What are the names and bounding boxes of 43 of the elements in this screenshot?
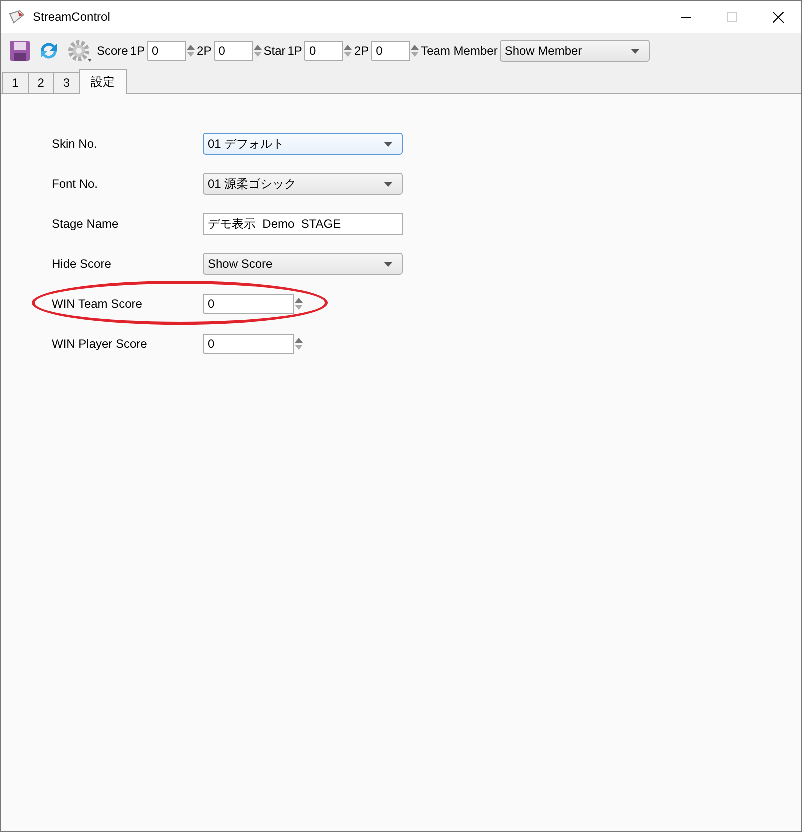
gear-icon[interactable] — [67, 39, 93, 63]
field-label: Skin No. — [52, 137, 98, 151]
number-field[interactable]: 0 — [147, 41, 186, 61]
toolbar-label: 1P — [288, 44, 302, 58]
spin-arrows-icon[interactable] — [344, 44, 352, 58]
caret-icon — [630, 48, 640, 54]
number-field[interactable]: 0 — [203, 334, 294, 354]
spin-arrows-icon[interactable] — [411, 44, 420, 58]
number-field[interactable]: 0 — [203, 294, 294, 314]
spin-arrows-icon[interactable] — [187, 44, 196, 58]
number-field[interactable]: 0 — [371, 41, 410, 61]
toolbar-label: Team Member — [421, 44, 498, 58]
field-label: Hide Score — [52, 257, 112, 271]
tab[interactable]: 設定 — [79, 69, 128, 94]
field-label: Stage Name — [52, 217, 120, 231]
caret-icon — [384, 262, 393, 266]
dropdown[interactable]: Show Member — [500, 40, 650, 62]
field-label: WIN Player Score — [52, 337, 148, 351]
field-label: Font No. — [52, 177, 100, 191]
dropdown[interactable]: 01 デフォルト — [203, 133, 403, 155]
save-icon[interactable] — [9, 40, 31, 62]
toolbar-label: 2P — [197, 44, 212, 58]
caret-icon — [384, 182, 393, 186]
field-label: WIN Team Score — [52, 297, 144, 311]
dropdown[interactable]: 01 源柔ゴシック — [203, 173, 403, 195]
toolbar-label: 2P — [354, 44, 370, 58]
spin-arrows-icon[interactable] — [295, 337, 303, 351]
tab[interactable]: 1 — [2, 72, 29, 93]
window-title: StreamControl — [33, 10, 112, 24]
spin-arrows-icon[interactable] — [254, 44, 262, 58]
maximize-icon — [727, 12, 737, 22]
minimize-icon — [681, 16, 691, 18]
number-field[interactable]: 0 — [214, 41, 253, 61]
toolbar-label: Star — [264, 44, 286, 58]
caret-icon — [384, 142, 393, 146]
text-field[interactable]: デモ表示 Demo STAGE — [203, 213, 403, 235]
close-icon — [772, 12, 784, 22]
toolbar-label: Score — [97, 44, 128, 58]
number-field[interactable]: 0 — [304, 41, 344, 61]
dropdown[interactable]: Show Score — [203, 253, 403, 275]
toolbar-label: 1P — [130, 44, 146, 58]
spin-arrows-icon[interactable] — [295, 297, 303, 311]
app-icon — [9, 10, 25, 24]
